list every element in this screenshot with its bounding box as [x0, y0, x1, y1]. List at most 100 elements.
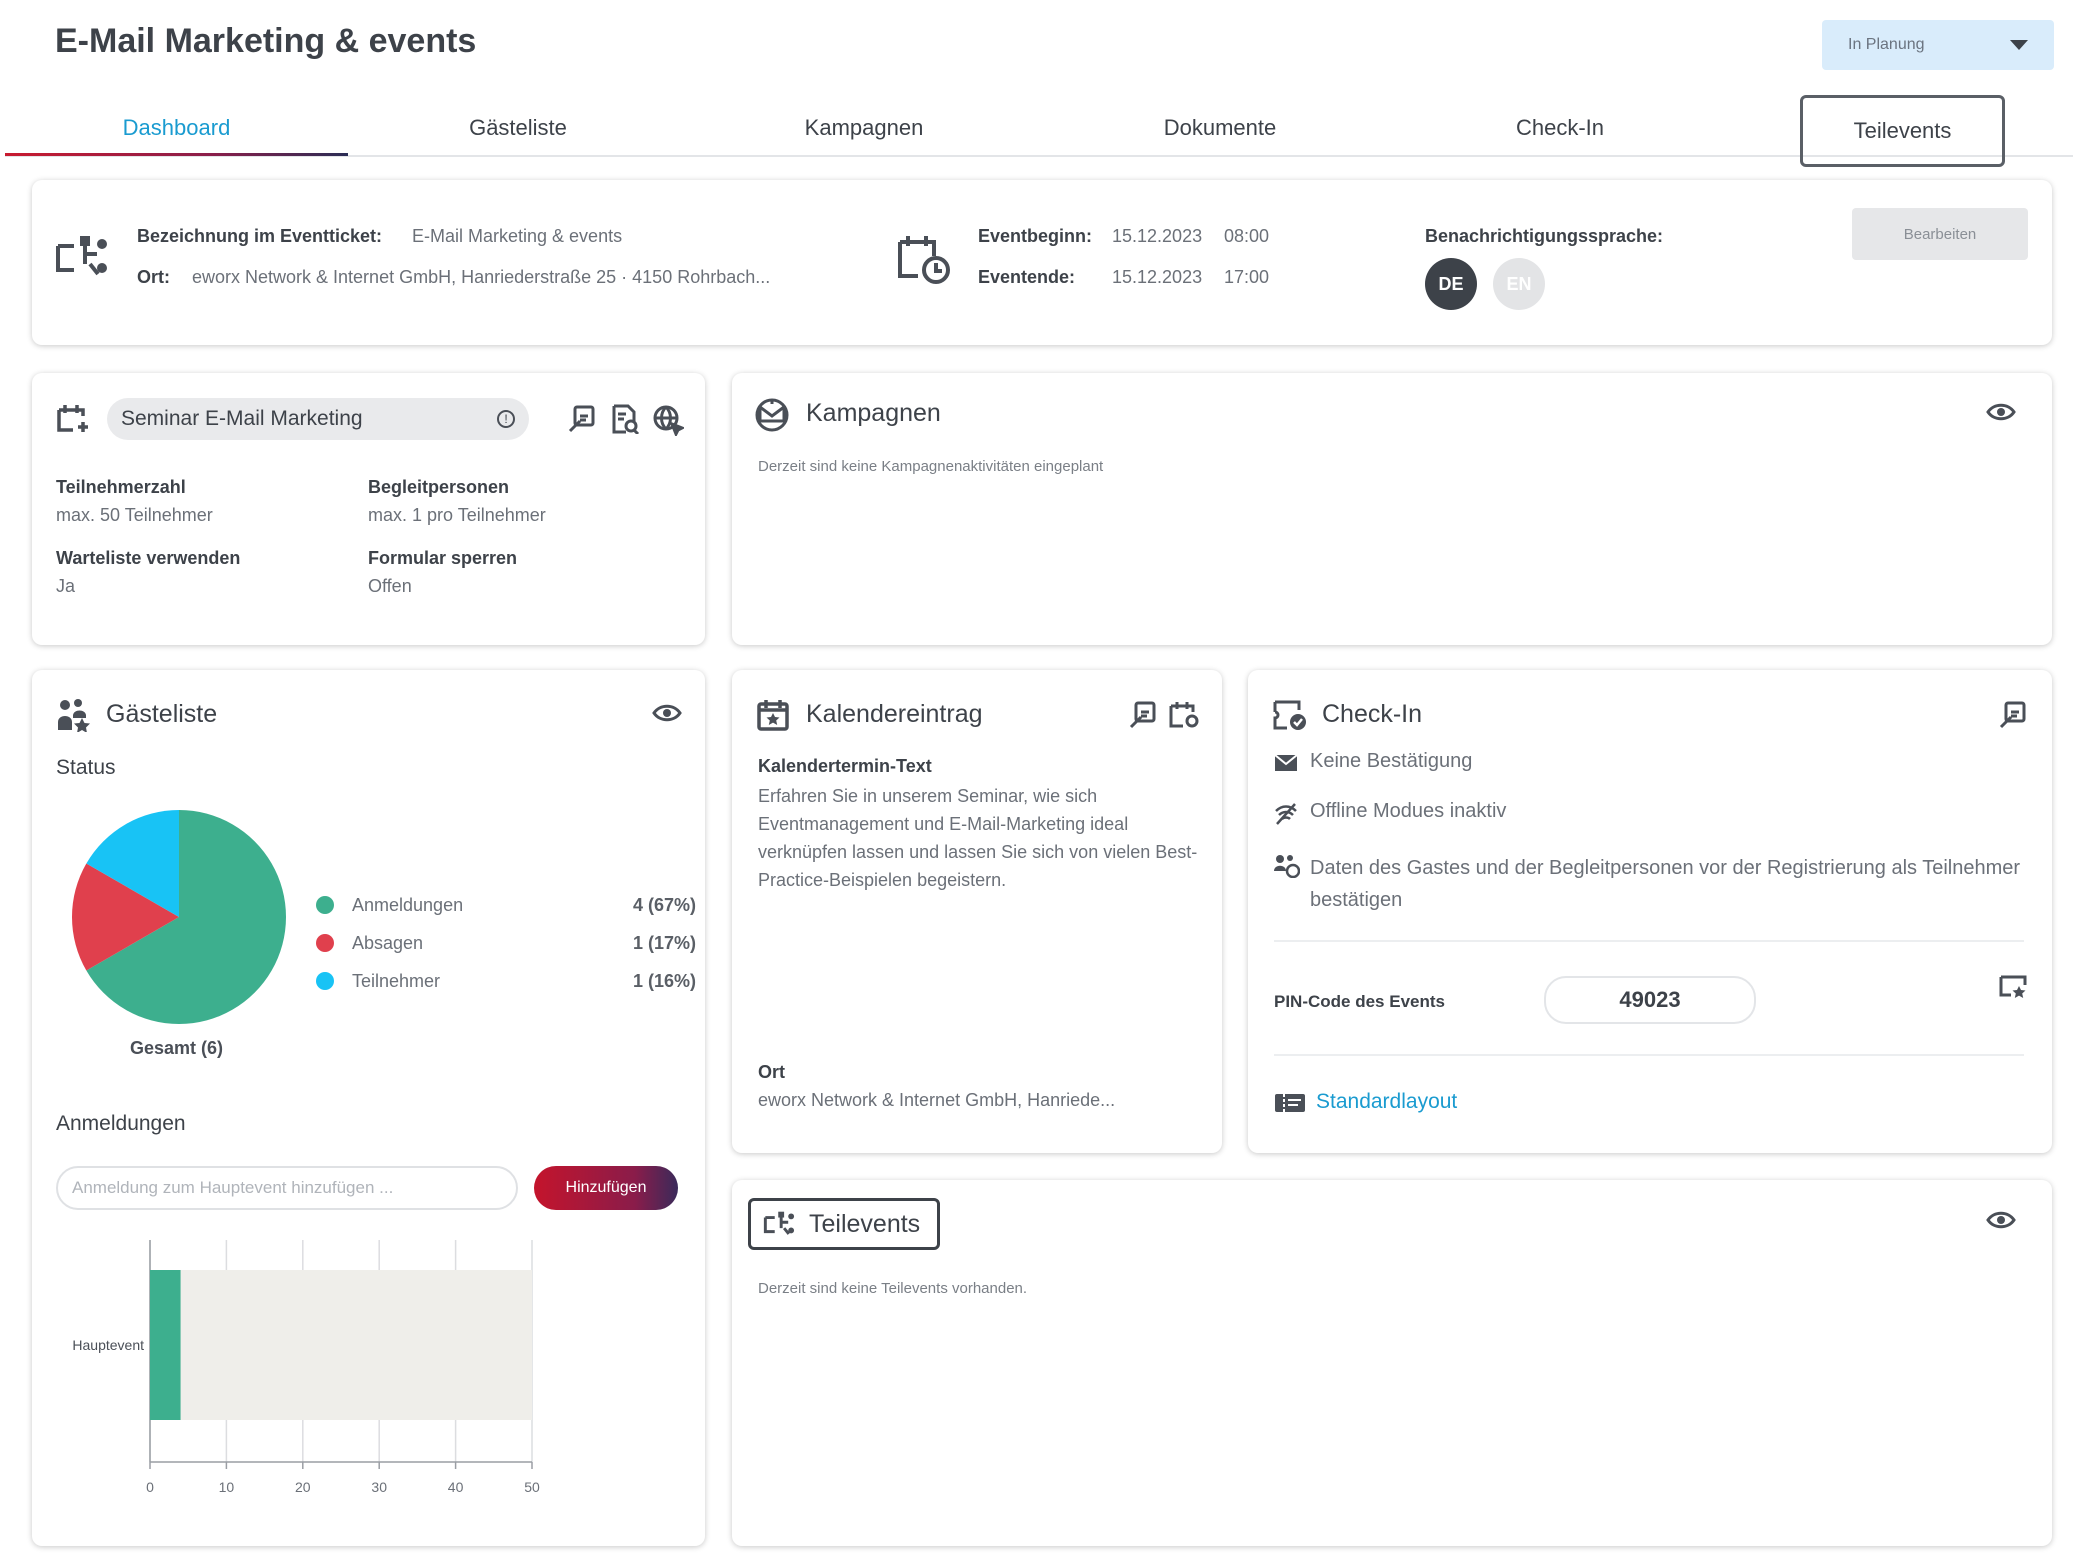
y-category-label: Hauptevent — [72, 1337, 144, 1353]
waitlist-value: Ja — [56, 576, 76, 596]
eye-icon[interactable] — [1986, 1210, 2016, 1230]
legend-label: Anmeldungen — [352, 894, 464, 915]
x-tick-label: 30 — [371, 1479, 387, 1495]
legend-value: 1 (16%) — [632, 970, 696, 991]
guests-icon — [56, 698, 92, 732]
tab-campaigns[interactable]: Kampagnen — [688, 100, 1040, 155]
bar-capacity — [150, 1270, 532, 1420]
subevents-title: Teilevents — [809, 1209, 921, 1238]
edit-search-icon[interactable] — [567, 404, 597, 434]
legend-item: Teilnehmer 1 (16%) — [316, 962, 696, 1000]
eye-icon[interactable] — [1986, 402, 2016, 422]
event-end-time: 17:00 — [1224, 267, 1270, 287]
calendar-location-label: Ort — [758, 1062, 785, 1082]
calendar-title: Kalendereintrag — [806, 700, 983, 728]
legend-value: 1 (17%) — [632, 932, 696, 953]
campaigns-empty-text: Derzeit sind keine Kampagnenaktivitäten … — [758, 458, 1104, 475]
calendar-card: Kalendereintrag Kalendertermin-Text Erfa… — [732, 670, 1222, 1153]
x-tick-label: 40 — [448, 1479, 464, 1495]
ticket-value: E-Mail Marketing & events — [412, 226, 623, 246]
event-start-date: 15.12.2023 — [1112, 226, 1203, 246]
language-de-button[interactable]: DE — [1425, 258, 1477, 310]
add-button[interactable]: Hinzufügen — [534, 1166, 678, 1210]
status-select-value: In Planung — [1848, 36, 1925, 53]
legend-dot — [316, 934, 334, 952]
tab-subevents[interactable]: Teilevents — [1800, 95, 2005, 167]
campaigns-title: Kampagnen — [806, 399, 941, 427]
event-end-label: Eventende: — [978, 267, 1076, 287]
layout-star-icon[interactable] — [1998, 974, 2028, 1002]
wifi-off-icon — [1274, 802, 1298, 826]
x-tick-label: 0 — [146, 1479, 154, 1495]
subevents-icon — [54, 232, 112, 282]
x-tick-label: 50 — [524, 1479, 540, 1495]
campaigns-card: Kampagnen Derzeit sind keine Kampagnenak… — [732, 373, 2052, 645]
calendar-text-value: Erfahren Sie in unserem Seminar, wie sic… — [758, 786, 1198, 890]
event-info-card: Bezeichnung im Eventticket: E-Mail Marke… — [32, 180, 2052, 345]
standard-layout-link[interactable]: Standardlayout — [1316, 1090, 1457, 1114]
add-registration-input[interactable]: Anmeldung zum Hauptevent hinzufügen ... — [56, 1166, 518, 1210]
event-end-date: 15.12.2023 — [1112, 267, 1203, 287]
x-tick-label: 10 — [219, 1479, 235, 1495]
document-search-icon[interactable] — [610, 404, 640, 434]
companions-value: max. 1 pro Teilnehmer — [368, 505, 546, 525]
legend-label: Teilnehmer — [352, 970, 441, 991]
x-tick-label: 20 — [295, 1479, 311, 1495]
globe-cursor-icon[interactable] — [652, 404, 684, 436]
seminar-card: Seminar E-Mail Marketing ! Teilnehmerzah… — [32, 373, 705, 645]
tab-documents[interactable]: Dokumente — [1040, 100, 1400, 155]
subevents-empty-text: Derzeit sind keine Teilevents vorhanden. — [758, 1280, 1028, 1297]
edit-button[interactable]: Bearbeiten — [1852, 208, 2028, 260]
confirmation-status: Keine Bestätigung — [1310, 750, 1473, 772]
mail-icon — [1274, 754, 1298, 772]
divider — [1274, 940, 2024, 942]
guests-confirm-icon — [1274, 854, 1300, 878]
active-tab-indicator — [5, 153, 348, 156]
status-pie-chart — [72, 810, 286, 1024]
registrations-title: Anmeldungen — [56, 1112, 186, 1135]
status-label: Status — [56, 756, 116, 779]
chevron-down-icon — [2010, 40, 2028, 50]
pie-legend: Anmeldungen 4 (67%) Absagen 1 (17%) Teil… — [316, 886, 696, 1000]
ticket-label: Bezeichnung im Eventticket: — [137, 226, 383, 246]
ticket-icon — [1274, 1092, 1306, 1114]
bar-hauptevent — [150, 1270, 181, 1420]
info-icon[interactable]: ! — [497, 410, 515, 428]
language-en-button[interactable]: EN — [1493, 258, 1545, 310]
calendar-location-value: eworx Network & Internet GmbH, Hanriede.… — [758, 1090, 1116, 1110]
divider — [1274, 1054, 2024, 1056]
calendar-settings-icon[interactable] — [1168, 700, 1200, 730]
checkin-icon — [1272, 698, 1308, 732]
legend-dot — [316, 896, 334, 914]
edit-search-icon[interactable] — [1998, 700, 2028, 730]
pin-code-value[interactable]: 49023 — [1544, 976, 1756, 1024]
tab-bar: Dashboard Gästeliste Kampagnen Dokumente… — [0, 95, 2079, 167]
participants-label: Teilnehmerzahl — [56, 477, 186, 497]
page-title: E-Mail Marketing & events — [55, 22, 477, 60]
offline-mode-status: Offline Modues inaktiv — [1310, 800, 1507, 822]
status-select[interactable]: In Planung — [1822, 20, 2054, 70]
notification-language-label: Benachrichtigungssprache: — [1425, 226, 1664, 246]
event-start-label: Eventbeginn: — [978, 226, 1093, 246]
seminar-name-pill[interactable]: Seminar E-Mail Marketing ! — [107, 398, 529, 440]
event-start-time: 08:00 — [1224, 226, 1270, 246]
eye-icon[interactable] — [652, 703, 682, 723]
lock-form-label: Formular sperren — [368, 548, 518, 568]
edit-search-icon[interactable] — [1128, 700, 1158, 730]
campaign-icon — [754, 397, 790, 433]
seminar-name: Seminar E-Mail Marketing — [121, 407, 363, 430]
legend-item: Anmeldungen 4 (67%) — [316, 886, 696, 924]
tab-guestlist[interactable]: Gästeliste — [348, 100, 688, 155]
tab-dashboard[interactable]: Dashboard — [5, 100, 348, 155]
subevents-icon — [763, 1209, 797, 1239]
calendar-edit-icon — [56, 403, 92, 435]
companions-label: Begleitpersonen — [368, 477, 510, 497]
location-label: Ort: — [137, 267, 170, 287]
calendar-text-label: Kalendertermin-Text — [758, 756, 932, 776]
waitlist-label: Warteliste verwenden — [56, 548, 241, 568]
location-value: eworx Network & Internet GmbH, Hanrieder… — [192, 267, 771, 287]
tab-checkin[interactable]: Check-In — [1400, 100, 1720, 155]
subevents-title-box: Teilevents — [748, 1198, 940, 1250]
guestlist-title: Gästeliste — [106, 700, 218, 728]
calendar-clock-icon — [896, 232, 952, 286]
